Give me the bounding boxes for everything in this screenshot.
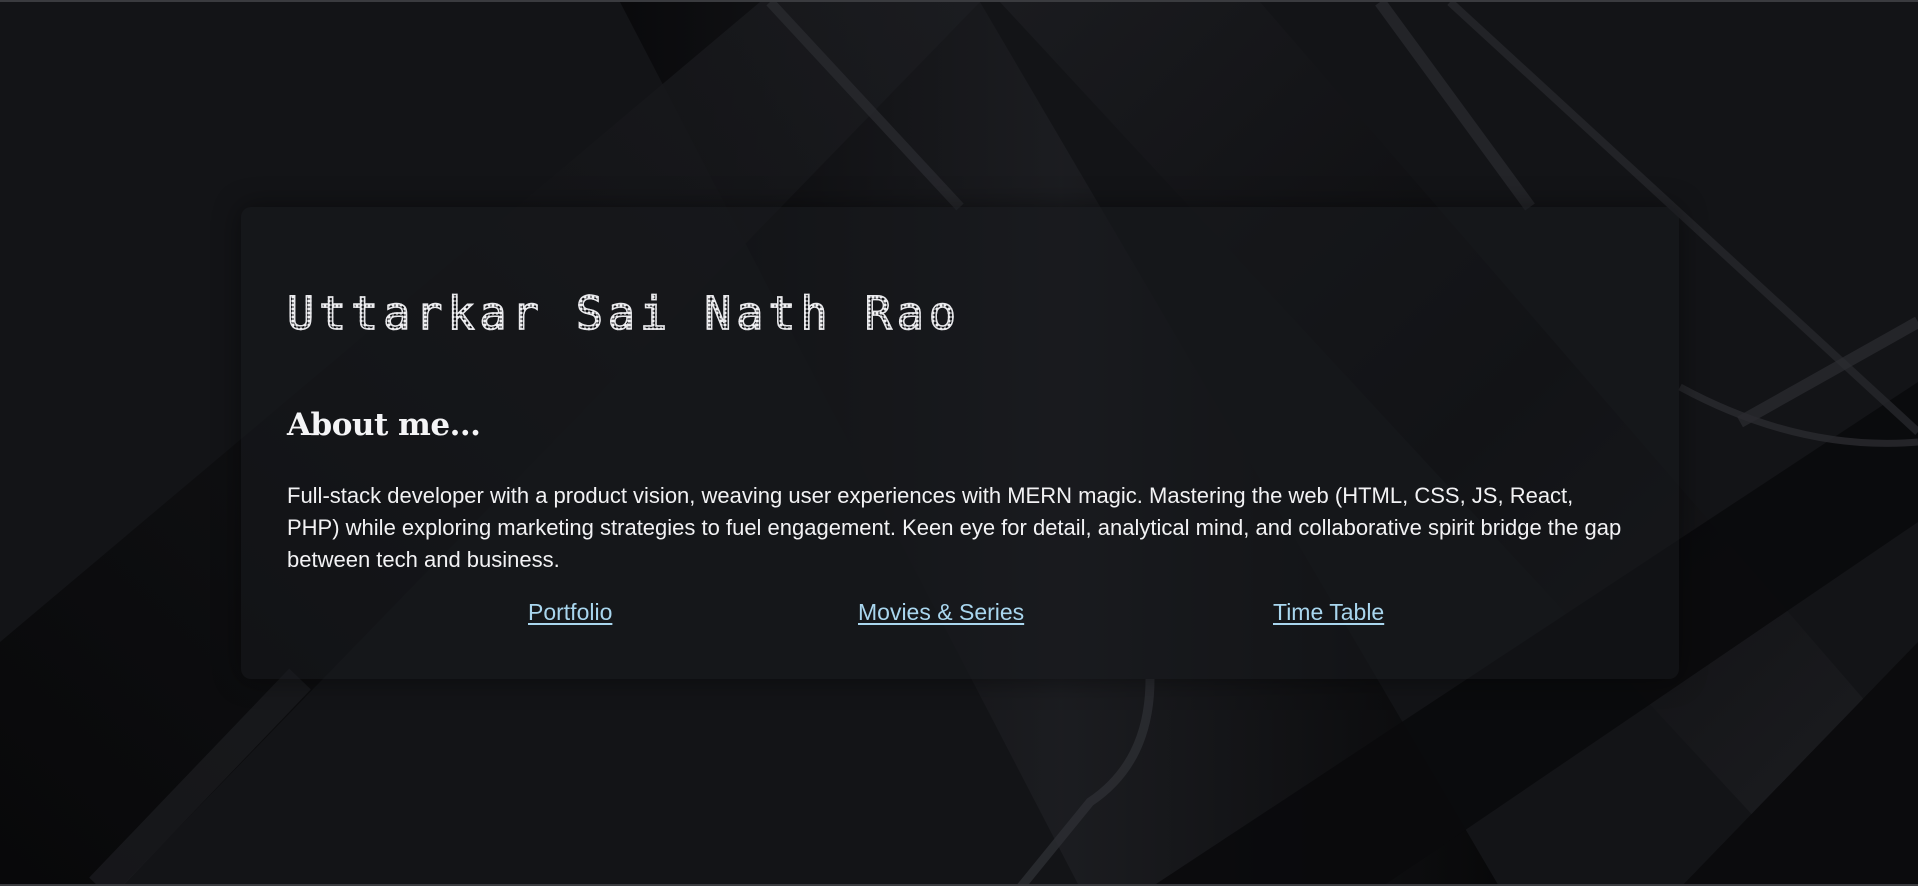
link-bar: Portfolio Movies & Series Time Table (241, 599, 1679, 631)
about-heading: About me... (287, 407, 481, 443)
movies-series-link[interactable]: Movies & Series (858, 599, 1024, 626)
bio-text: Full-stack developer with a product visi… (287, 483, 1622, 572)
page-title: Uttarkar Sai Nath Rao (286, 286, 961, 341)
page: Uttarkar Sai Nath Rao About me... Full-s… (0, 0, 1918, 886)
about-card: Uttarkar Sai Nath Rao About me... Full-s… (241, 207, 1679, 679)
portfolio-link[interactable]: Portfolio (528, 599, 612, 626)
time-table-link[interactable]: Time Table (1273, 599, 1384, 626)
